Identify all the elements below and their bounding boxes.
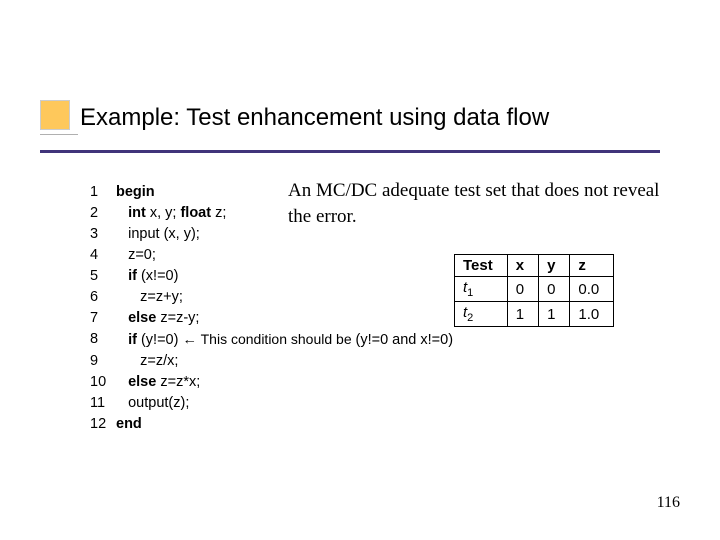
line-number: 4 (90, 245, 116, 266)
code-keyword: float (180, 205, 211, 221)
test-name-cell: t2 (455, 302, 508, 327)
slide-title: Example: Test enhancement using data flo… (80, 104, 549, 132)
code-text: (x!=0) (137, 268, 179, 284)
code-text: x, y; (146, 205, 181, 221)
code-indent (116, 374, 128, 390)
code-text: z=0; (128, 247, 156, 263)
code-line: 4 z=0; (90, 245, 453, 266)
code-line: 2 int x, y; float z; (90, 203, 453, 224)
table-cell: 1 (539, 302, 570, 327)
code-text: z; (211, 205, 226, 221)
title-bullet-square (40, 100, 70, 130)
line-number: 6 (90, 287, 116, 308)
code-indent (116, 353, 140, 369)
line-number: 7 (90, 308, 116, 329)
line-number: 9 (90, 351, 116, 372)
title-rule-short (40, 134, 78, 135)
line-number: 8 (90, 329, 116, 351)
slide: Example: Test enhancement using data flo… (0, 0, 720, 540)
line-number: 12 (90, 414, 116, 435)
code-indent (116, 289, 140, 305)
code-keyword: else (128, 310, 156, 326)
table-row: t1 0 0 0.0 (455, 277, 614, 302)
code-text: output(z); (128, 395, 189, 411)
code-line: 12 end (90, 414, 453, 435)
code-indent (116, 268, 128, 284)
code-text: z=z/x; (140, 353, 178, 369)
code-keyword: if (128, 268, 137, 284)
code-line: 6 z=z+y; (90, 287, 453, 308)
table-row: t2 1 1 1.0 (455, 302, 614, 327)
arrow-left-icon: ← (182, 332, 197, 348)
title-underline (40, 150, 660, 153)
line-number: 5 (90, 266, 116, 287)
test-table: Test x y z t1 0 0 0.0 t2 1 1 1.0 (454, 254, 614, 327)
code-indent (116, 395, 128, 411)
code-line: 3 input (x, y); (90, 224, 453, 245)
code-indent (116, 310, 128, 326)
table-header: y (539, 255, 570, 277)
code-comment: This condition should be (197, 331, 356, 347)
table-cell: 1 (507, 302, 538, 327)
code-line: 9 z=z/x; (90, 351, 453, 372)
code-indent (116, 332, 128, 348)
code-text: z=z-y; (156, 310, 199, 326)
line-number: 2 (90, 203, 116, 224)
code-text: (y!=0) (137, 332, 183, 348)
table-header: z (570, 255, 614, 277)
code-indent (116, 226, 128, 242)
line-number: 11 (90, 393, 116, 414)
code-text: begin (116, 184, 155, 200)
table-header-row: Test x y z (455, 255, 614, 277)
line-number: 1 (90, 182, 116, 203)
code-indent (116, 205, 128, 221)
table-header: x (507, 255, 538, 277)
test-name-cell: t1 (455, 277, 508, 302)
code-text: z=z*x; (156, 374, 200, 390)
code-line: 5 if (x!=0) (90, 266, 453, 287)
table-header: Test (455, 255, 508, 277)
table-cell: 1.0 (570, 302, 614, 327)
table-cell: 0 (539, 277, 570, 302)
page-number: 116 (657, 494, 680, 512)
table-cell: 0.0 (570, 277, 614, 302)
code-text: (y!=0 and x!=0) (356, 332, 454, 348)
code-text: input (x, y); (128, 226, 200, 242)
code-indent (116, 247, 128, 263)
table-cell: 0 (507, 277, 538, 302)
code-listing: 1 begin 2 int x, y; float z; 3 input (x,… (90, 182, 453, 435)
line-number: 10 (90, 372, 116, 393)
code-text: end (116, 416, 142, 432)
code-keyword: if (128, 332, 137, 348)
line-number: 3 (90, 224, 116, 245)
code-line: 10 else z=z*x; (90, 372, 453, 393)
code-text: z=z+y; (140, 289, 183, 305)
code-line: 7 else z=z-y; (90, 308, 453, 329)
code-line: 1 begin (90, 182, 453, 203)
code-keyword: else (128, 374, 156, 390)
code-keyword: int (128, 205, 146, 221)
code-line: 8 if (y!=0) ← This condition should be (… (90, 329, 453, 351)
code-line: 11 output(z); (90, 393, 453, 414)
